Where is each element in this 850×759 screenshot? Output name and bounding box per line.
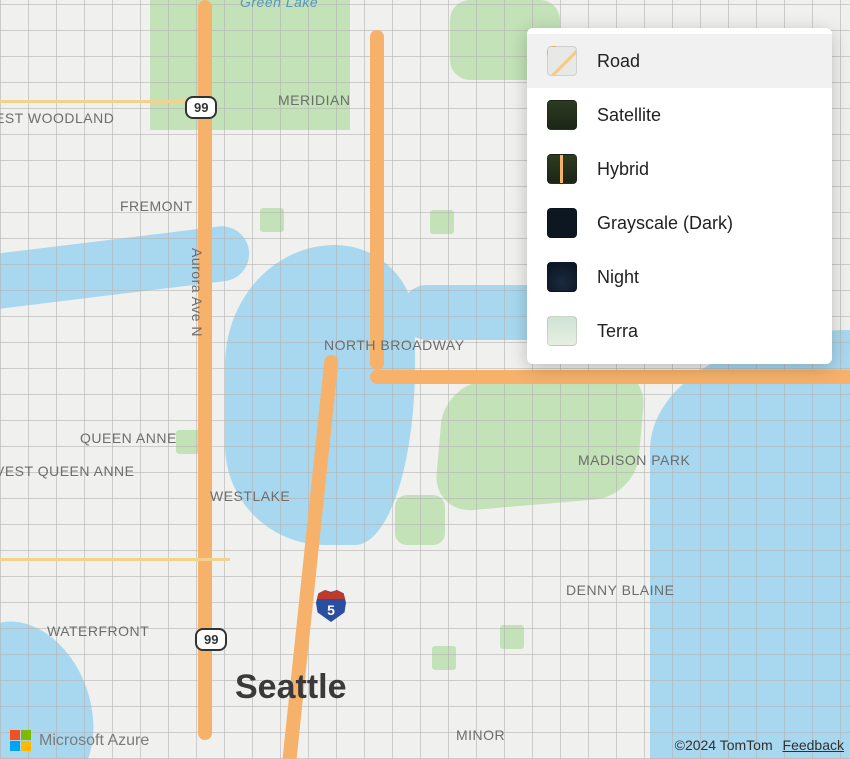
neighborhood-label: MINOR [456,727,505,743]
style-swatch-icon [547,46,577,76]
park-woodland [150,0,350,130]
style-option-night[interactable]: Night [527,250,832,304]
interstate-shield-icon: 5 [316,590,346,622]
arterial [0,558,230,561]
style-option-label: Terra [597,321,638,342]
style-swatch-icon [547,316,577,346]
style-option-grayscale-dark-[interactable]: Grayscale (Dark) [527,196,832,250]
route-shield-icon: 99 [185,96,217,119]
style-swatch-icon [547,208,577,238]
style-option-label: Satellite [597,105,661,126]
park-small [500,625,524,649]
map-canvas[interactable]: EST WOODLANDMERIDIANFREMONTNORTH BROADWA… [0,0,850,759]
park-small [432,646,456,670]
route-shield-icon: 99 [195,628,227,651]
feedback-link[interactable]: Feedback [783,737,844,753]
style-swatch-icon [547,154,577,184]
map-style-picker: Road Satellite Hybrid Grayscale (Dark) Night… [527,28,832,364]
park-small [260,208,284,232]
park-volunteer [395,495,445,545]
water-lake-washington [650,330,850,759]
copyright-text: ©2024 TomTom [675,737,773,753]
park-small [430,210,454,234]
style-option-label: Road [597,51,640,72]
style-swatch-icon [547,100,577,130]
style-option-terra[interactable]: Terra [527,304,832,358]
style-option-label: Hybrid [597,159,649,180]
brand-text: Microsoft Azure [39,732,149,750]
map-attribution: Microsoft Azure [10,730,149,751]
highway-i5 [370,30,384,370]
style-option-hybrid[interactable]: Hybrid [527,142,832,196]
style-option-satellite[interactable]: Satellite [527,88,832,142]
arterial [0,100,200,103]
highway-520 [370,370,850,384]
microsoft-logo-icon [10,730,31,751]
style-swatch-icon [547,262,577,292]
water-ship-canal [0,223,252,312]
park-small [176,430,200,454]
neighborhood-label: WATERFRONT [47,623,149,639]
style-option-label: Night [597,267,639,288]
neighborhood-label: FREMONT [120,198,193,214]
style-option-label: Grayscale (Dark) [597,213,733,234]
neighborhood-label: EST WOODLAND [0,110,114,126]
map-copyright: ©2024 TomTom Feedback [675,737,844,753]
park-arboretum [433,367,647,514]
neighborhood-label: QUEEN ANNE [80,430,177,446]
neighborhood-label: VEST QUEEN ANNE [0,463,135,479]
style-option-road[interactable]: Road [527,34,832,88]
